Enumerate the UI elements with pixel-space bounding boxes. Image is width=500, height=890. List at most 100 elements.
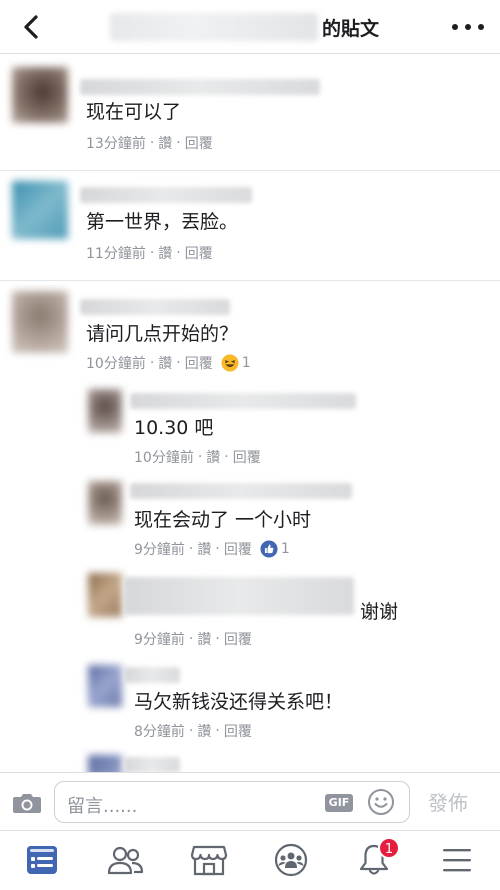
top-bar: 的貼文 bbox=[0, 0, 500, 54]
tab-friends[interactable] bbox=[106, 843, 146, 879]
reaction-count: 1 bbox=[280, 541, 290, 557]
separator: · bbox=[215, 541, 220, 557]
reply-link[interactable]: 回覆 bbox=[233, 447, 261, 467]
reply-link[interactable]: 回覆 bbox=[224, 629, 252, 649]
separator: · bbox=[215, 631, 220, 647]
avatar[interactable] bbox=[88, 389, 122, 433]
comment-meta: 13分鐘前 · 讚 · 回覆 bbox=[86, 133, 213, 153]
like-link[interactable]: 讚 bbox=[197, 721, 211, 741]
reply-time: 9分鐘前 bbox=[134, 632, 185, 648]
separator: · bbox=[149, 245, 155, 261]
menu-icon bbox=[443, 849, 471, 872]
separator: · bbox=[215, 723, 220, 739]
reaction-count: 1 bbox=[241, 355, 251, 371]
comment-text: 请问几点开始的？ bbox=[86, 323, 239, 345]
page-title-text: 的貼文 bbox=[322, 17, 380, 40]
reply-link[interactable]: 回覆 bbox=[224, 721, 252, 741]
reply-item: 10.30 吧 10分鐘前 · 讚 · 回覆 bbox=[0, 383, 500, 475]
avatar[interactable] bbox=[88, 481, 122, 525]
camera-icon bbox=[13, 794, 41, 813]
reply-text: 马欠新钱没还得关系吧！ bbox=[134, 691, 344, 713]
separator: · bbox=[224, 449, 229, 465]
commenter-name-blurred[interactable] bbox=[124, 667, 180, 683]
tab-news-feed[interactable] bbox=[24, 843, 64, 879]
haha-reaction-icon bbox=[221, 354, 239, 372]
avatar[interactable] bbox=[88, 755, 122, 772]
commenter-name-blurred[interactable] bbox=[124, 577, 354, 615]
news-feed-icon bbox=[27, 846, 57, 874]
avatar[interactable] bbox=[12, 291, 68, 353]
like-link[interactable]: 讚 bbox=[158, 353, 172, 373]
emoji-button[interactable] bbox=[367, 788, 395, 816]
reply-link[interactable]: 回覆 bbox=[185, 243, 213, 263]
avatar[interactable] bbox=[88, 573, 122, 617]
post-button[interactable]: 發佈 bbox=[428, 787, 468, 816]
reaction-summary[interactable]: 1 bbox=[221, 354, 251, 372]
smiley-icon bbox=[368, 789, 394, 815]
comment-composer: 留言...... GIF 發佈 bbox=[0, 772, 500, 830]
reply-item bbox=[0, 751, 500, 772]
like-link[interactable]: 讚 bbox=[197, 629, 211, 649]
reply-text: 10.30 吧 bbox=[134, 417, 214, 439]
like-link[interactable]: 讚 bbox=[158, 243, 172, 263]
separator: · bbox=[149, 135, 155, 151]
separator: · bbox=[188, 541, 194, 557]
separator: · bbox=[188, 631, 194, 647]
friends-icon bbox=[107, 846, 144, 875]
reply-meta: 9分鐘前 · 讚 · 回覆 bbox=[134, 629, 252, 649]
comment-input[interactable]: 留言...... GIF bbox=[54, 781, 410, 823]
like-link[interactable]: 讚 bbox=[197, 539, 211, 559]
comment-meta: 11分鐘前 · 讚 · 回覆 bbox=[86, 243, 213, 263]
separator: · bbox=[149, 355, 155, 371]
dot-icon bbox=[478, 24, 484, 30]
reply-meta: 10分鐘前 · 讚 · 回覆 bbox=[134, 447, 261, 467]
comment-item: 现在可以了 13分鐘前 · 讚 · 回覆 bbox=[0, 55, 500, 171]
camera-button[interactable] bbox=[12, 791, 42, 815]
commenter-name-blurred[interactable] bbox=[80, 187, 252, 203]
avatar[interactable] bbox=[12, 67, 68, 123]
tab-groups[interactable] bbox=[272, 843, 312, 879]
comment-time: 10分鐘前 bbox=[86, 356, 146, 372]
reply-item: 谢谢 9分鐘前 · 讚 · 回覆 bbox=[0, 567, 500, 659]
commenter-name-blurred[interactable] bbox=[80, 299, 230, 315]
separator: · bbox=[176, 135, 181, 151]
comment-text: 现在可以了 bbox=[86, 101, 182, 123]
separator: · bbox=[176, 245, 181, 261]
like-link[interactable]: 讚 bbox=[206, 447, 220, 467]
comment-time: 13分鐘前 bbox=[86, 136, 146, 152]
groups-icon bbox=[274, 843, 308, 877]
reply-item: 现在会动了 一个小时 9分鐘前 · 讚 · 回覆 1 bbox=[0, 475, 500, 567]
comments-list[interactable]: 现在可以了 13分鐘前 · 讚 · 回覆 第一世界，丟脸。 11分鐘前 · 讚 … bbox=[0, 55, 500, 772]
reply-link[interactable]: 回覆 bbox=[185, 133, 213, 153]
like-reaction-icon bbox=[260, 540, 278, 558]
back-button[interactable] bbox=[18, 12, 48, 42]
gif-button[interactable]: GIF bbox=[325, 794, 353, 812]
comment-meta: 10分鐘前 · 讚 · 回覆 1 bbox=[86, 353, 251, 373]
marketplace-icon bbox=[190, 845, 228, 876]
reaction-summary[interactable]: 1 bbox=[260, 540, 290, 558]
page-title: 的貼文 bbox=[110, 8, 390, 46]
comment-input-placeholder: 留言...... bbox=[67, 796, 138, 817]
dot-icon bbox=[465, 24, 471, 30]
notification-badge: 1 bbox=[378, 837, 400, 859]
commenter-name-blurred[interactable] bbox=[130, 483, 352, 499]
reply-link[interactable]: 回覆 bbox=[185, 353, 213, 373]
comment-time: 11分鐘前 bbox=[86, 246, 146, 262]
commenter-name-blurred[interactable] bbox=[124, 757, 180, 772]
blurred-author-name bbox=[110, 13, 318, 41]
more-options-button[interactable] bbox=[452, 14, 484, 40]
reply-meta: 8分鐘前 · 讚 · 回覆 bbox=[134, 721, 252, 741]
reply-text: 谢谢 bbox=[360, 601, 399, 623]
avatar[interactable] bbox=[88, 665, 122, 707]
separator: · bbox=[197, 449, 203, 465]
comment-item: 请问几点开始的？ 10分鐘前 · 讚 · 回覆 1 bbox=[0, 281, 500, 381]
like-link[interactable]: 讚 bbox=[158, 133, 172, 153]
tab-marketplace[interactable] bbox=[190, 843, 230, 879]
avatar[interactable] bbox=[12, 181, 68, 239]
commenter-name-blurred[interactable] bbox=[130, 393, 356, 409]
separator: · bbox=[176, 355, 181, 371]
tab-menu[interactable] bbox=[440, 843, 480, 879]
commenter-name-blurred[interactable] bbox=[80, 79, 320, 95]
reply-link[interactable]: 回覆 bbox=[224, 539, 252, 559]
tab-notifications[interactable]: 1 bbox=[356, 837, 400, 879]
